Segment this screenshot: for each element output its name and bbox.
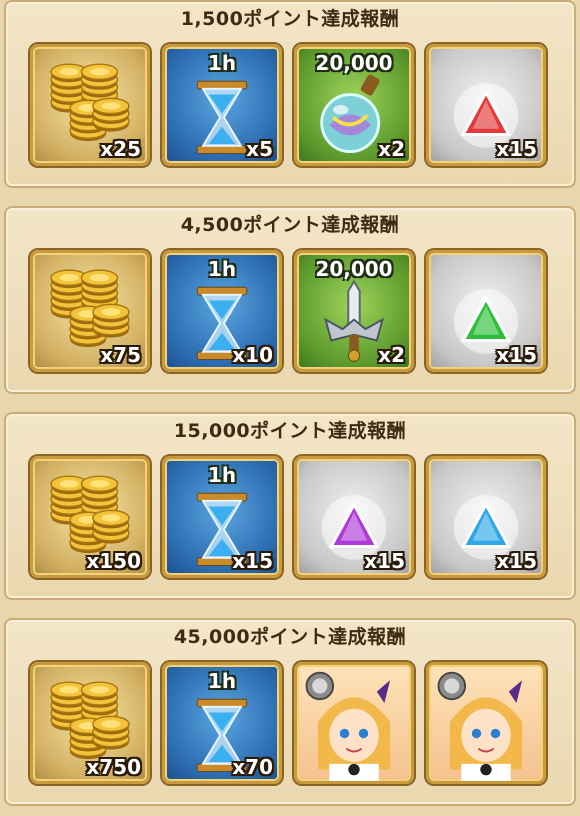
item-label: 1h (207, 257, 237, 281)
item-count: x150 (86, 549, 141, 573)
item-count: x5 (246, 137, 273, 161)
item-count: x75 (100, 343, 141, 367)
item-count: x2 (378, 137, 405, 161)
character-portrait-icon (429, 665, 543, 781)
reward-item-coins[interactable]: x150 (30, 456, 150, 578)
reward-panel-15000: 15,000ポイント達成報酬 x150 1h x15 x15 x15 (4, 412, 576, 600)
reward-item-hourglass[interactable]: 1h x70 (162, 662, 282, 784)
item-label: 1h (207, 463, 237, 487)
reward-item-gem[interactable]: x15 (426, 250, 546, 372)
item-label: 1h (207, 669, 237, 693)
item-label: 20,000 (315, 257, 393, 281)
reward-items: x25 1h x5 20,000 x2 x15 (30, 44, 546, 166)
panel-title: 15,000ポイント達成報酬 (173, 420, 407, 442)
panel-title: 1,500ポイント達成報酬 (180, 8, 400, 30)
reward-item-hourglass[interactable]: 1h x10 (162, 250, 282, 372)
item-count: x750 (86, 755, 141, 779)
reward-item-hourglass[interactable]: 1h x15 (162, 456, 282, 578)
reward-item-coins[interactable]: x750 (30, 662, 150, 784)
item-count: x15 (364, 549, 405, 573)
item-count: x10 (232, 343, 273, 367)
reward-panel-1500: 1,500ポイント達成報酬 x25 1h x5 20,000 x2 x15 (4, 0, 576, 188)
item-count: x15 (496, 137, 537, 161)
item-label: 20,000 (315, 51, 393, 75)
reward-item-potion[interactable]: 20,000 x2 (294, 44, 414, 166)
panel-title: 45,000ポイント達成報酬 (173, 626, 407, 648)
item-label: 1h (207, 51, 237, 75)
character-portrait-icon (297, 665, 411, 781)
reward-item-hourglass[interactable]: 1h x5 (162, 44, 282, 166)
reward-item-sword[interactable]: 20,000 x2 (294, 250, 414, 372)
reward-item-coins[interactable]: x25 (30, 44, 150, 166)
reward-item-gem[interactable]: x15 (426, 456, 546, 578)
reward-panel-45000: 45,000ポイント達成報酬 x750 1h x70 (4, 618, 576, 806)
item-count: x2 (378, 343, 405, 367)
reward-item-gem[interactable]: x15 (294, 456, 414, 578)
item-count: x15 (496, 549, 537, 573)
item-count: x15 (496, 343, 537, 367)
reward-item-coins[interactable]: x75 (30, 250, 150, 372)
item-count: x15 (232, 549, 273, 573)
reward-items: x150 1h x15 x15 x15 (30, 456, 546, 578)
item-count: x70 (232, 755, 273, 779)
reward-items: x750 1h x70 (30, 662, 546, 784)
item-count: x25 (100, 137, 141, 161)
panel-title: 4,500ポイント達成報酬 (180, 214, 400, 236)
reward-panel-4500: 4,500ポイント達成報酬 x75 1h x10 20,000 x2 x15 (4, 206, 576, 394)
reward-item-portrait[interactable] (426, 662, 546, 784)
reward-items: x75 1h x10 20,000 x2 x15 (30, 250, 546, 372)
reward-item-portrait[interactable] (294, 662, 414, 784)
reward-item-gem[interactable]: x15 (426, 44, 546, 166)
